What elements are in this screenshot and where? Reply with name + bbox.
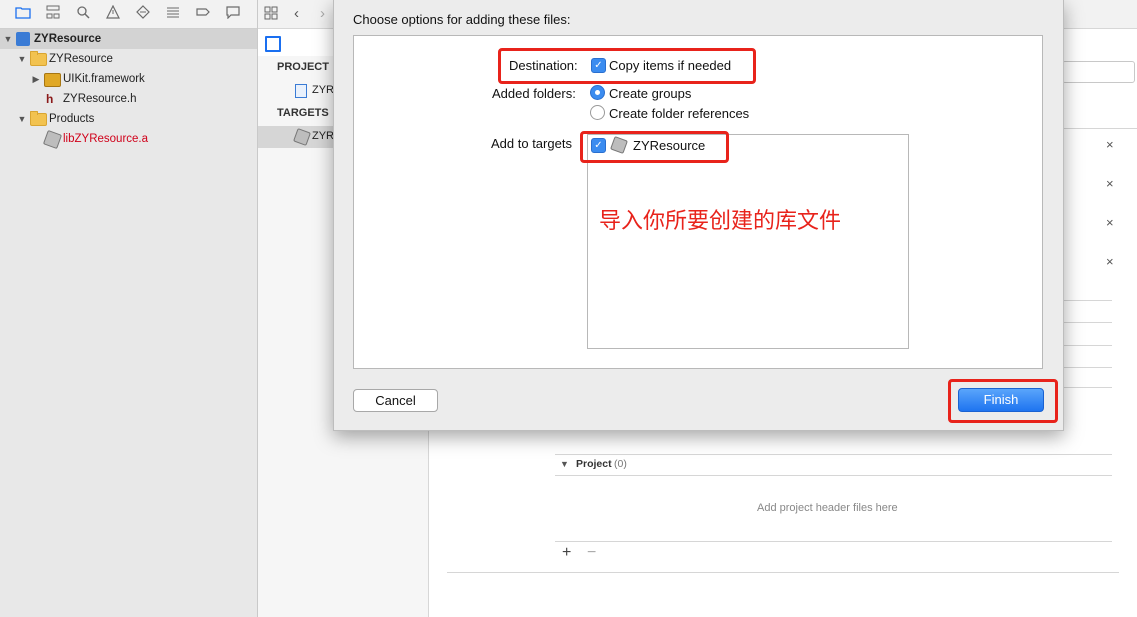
highlight-box (948, 379, 1058, 423)
cancel-button[interactable]: Cancel (353, 389, 438, 412)
folder-icon (30, 51, 47, 66)
project-count: (0) (614, 458, 627, 470)
folder-icon (30, 111, 47, 126)
target-list-label: ZYR (312, 130, 334, 142)
tree-item-project[interactable]: ▼ ZYResource (0, 29, 257, 49)
divider (1062, 345, 1112, 346)
library-icon (42, 129, 63, 150)
warning-icon[interactable] (104, 4, 122, 23)
project-section-title: Project (576, 458, 612, 470)
empty-placeholder: Add project header files here (757, 502, 898, 514)
disclosure-down-icon[interactable]: ▼ (17, 109, 27, 129)
remove-button[interactable]: − (587, 544, 596, 562)
comment-icon[interactable] (224, 5, 242, 23)
close-icon[interactable]: × (1106, 137, 1114, 152)
create-folder-refs-label: Create folder references (609, 106, 750, 121)
toolbox-icon (44, 73, 61, 87)
tree-item-label: libZYResource.a (63, 133, 149, 145)
tree-item-label: UIKit.framework (63, 73, 145, 85)
tree-item-products[interactable]: ▼ Products (0, 109, 257, 129)
tree-item-header[interactable]: h ZYResource.h (0, 89, 257, 109)
project-file-icon (295, 84, 307, 98)
navigator-toolbar (0, 0, 257, 29)
search-icon[interactable] (74, 5, 92, 23)
create-groups-label: Create groups (609, 86, 692, 101)
tree-item-label: ZYResource (49, 53, 113, 65)
tree-item-framework[interactable]: ▶ UIKit.framework (0, 69, 257, 89)
tree-item-label: ZYResource (34, 33, 102, 45)
tree-item-library[interactable]: libZYResource.a (0, 129, 257, 150)
folder-icon[interactable] (14, 5, 32, 23)
highlight-box (498, 48, 756, 84)
project-list-item[interactable]: ZYR (312, 84, 334, 96)
project-icon (16, 32, 30, 46)
sheet-title: Choose options for adding these files: (353, 12, 571, 27)
hierarchy-icon[interactable] (44, 5, 62, 23)
divider (1062, 300, 1112, 301)
library-icon (293, 128, 311, 146)
divider (555, 454, 1112, 455)
disclosure-down-icon[interactable]: ▼ (17, 49, 27, 69)
add-to-targets-label: Add to targets (491, 136, 572, 151)
create-folder-refs-radio[interactable] (590, 105, 605, 120)
close-icon[interactable]: × (1106, 176, 1114, 191)
back-chevron-icon[interactable]: ‹ (294, 5, 299, 22)
divider (555, 475, 1112, 476)
disclosure-down-icon[interactable]: ▼ (560, 459, 569, 469)
add-button[interactable]: + (562, 544, 571, 562)
added-folders-label: Added folders: (492, 86, 576, 101)
header-file-icon: h (46, 92, 54, 106)
create-groups-radio[interactable] (590, 85, 605, 100)
tree-item-label: Products (49, 113, 95, 125)
sidebar-toggle-icon[interactable] (265, 36, 281, 52)
targets-section-header: TARGETS (277, 107, 329, 119)
disclosure-right-icon[interactable]: ▶ (31, 69, 41, 89)
close-icon[interactable]: × (1106, 215, 1114, 230)
targets-list (587, 134, 909, 349)
divider (555, 541, 1112, 542)
divider (1062, 387, 1112, 388)
divider (447, 572, 1119, 573)
divider (1062, 367, 1112, 368)
divider (1062, 322, 1112, 323)
tree-item-group[interactable]: ▼ ZYResource (0, 49, 257, 69)
annotation-text: 导入你所要创建的库文件 (599, 208, 842, 233)
project-section-header: PROJECT (277, 61, 329, 73)
filter-field[interactable] (1062, 61, 1135, 83)
divider (1062, 128, 1137, 129)
tree-item-label: ZYResource.h (63, 93, 137, 105)
close-icon[interactable]: × (1106, 254, 1114, 269)
highlight-box (580, 131, 729, 163)
list-icon[interactable] (164, 5, 182, 23)
forward-chevron-icon[interactable]: › (320, 5, 325, 22)
tag-icon[interactable] (194, 5, 212, 23)
grid-icon[interactable] (264, 6, 278, 23)
test-diamond-icon[interactable] (134, 5, 152, 23)
disclosure-down-icon[interactable]: ▼ (3, 29, 13, 49)
